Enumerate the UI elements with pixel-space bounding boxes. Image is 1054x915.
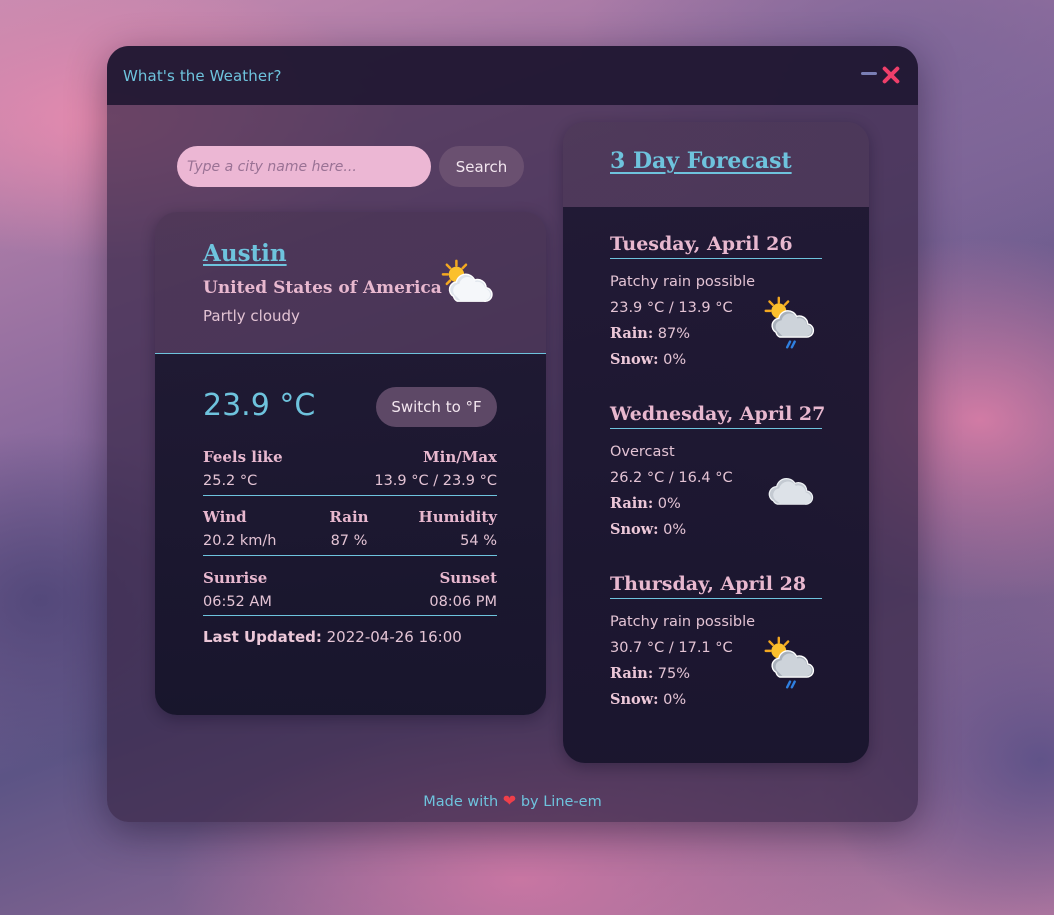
forecast-condition: Patchy rain possible <box>610 274 756 290</box>
wind-value: 20.2 km/h <box>203 533 277 549</box>
forecast-snow: Snow: 0% <box>610 517 822 543</box>
feels-like-label: Feels like <box>203 448 283 466</box>
city-name: Austin <box>203 240 287 267</box>
rain-value: 75% <box>657 666 691 682</box>
close-button[interactable] <box>881 65 901 85</box>
rain-value: 0% <box>657 496 681 512</box>
current-temperature: 23.9 °C <box>203 388 316 423</box>
wind-label: Wind <box>203 508 247 526</box>
footer-prefix: Made with <box>423 794 499 810</box>
app-title: What's the Weather? <box>123 67 282 85</box>
rain-value: 87 % <box>330 533 368 549</box>
current-weather-card: Austin United States of America Partly c… <box>155 212 546 715</box>
forecast-day: Wednesday, April 27 Overcast 26.2 °C / 1… <box>610 403 825 543</box>
partly-cloudy-icon <box>437 258 495 306</box>
forecast-title: 3 Day Forecast <box>610 148 792 174</box>
sunset-label: Sunset <box>439 569 497 587</box>
minmax-label: Min/Max <box>423 448 497 466</box>
country-name: United States of America <box>203 278 442 298</box>
forecast-date: Wednesday, April 27 <box>610 403 825 429</box>
switch-units-button[interactable]: Switch to °F <box>376 387 497 427</box>
divider <box>203 555 497 556</box>
last-updated-label: Last Updated: <box>203 628 322 646</box>
heart-icon: ❤ <box>502 791 517 810</box>
forecast-day: Tuesday, April 26 Patchy rain possible 2… <box>610 233 822 373</box>
humidity-value: 54 % <box>460 533 497 549</box>
snow-label: Snow: <box>610 521 659 538</box>
forecast-day: Thursday, April 28 Patchy rain possible … <box>610 573 822 713</box>
forecast-date: Thursday, April 28 <box>610 573 822 599</box>
card-divider <box>155 353 546 354</box>
rain-label: Rain: <box>610 325 654 342</box>
patchy-rain-icon <box>762 295 818 351</box>
divider <box>203 495 497 496</box>
app-window: What's the Weather? Search Austin United… <box>107 46 918 822</box>
sunrise-label: Sunrise <box>203 569 268 587</box>
footer: Made with ❤ by Line-em <box>107 791 918 810</box>
current-condition: Partly cloudy <box>203 307 300 325</box>
snow-label: Snow: <box>610 351 659 368</box>
sunrise-value: 06:52 AM <box>203 594 272 610</box>
footer-author-link[interactable]: by Line-em <box>521 794 602 810</box>
humidity-label: Humidity <box>418 508 497 526</box>
rain-label: Rain: <box>610 665 654 682</box>
sunset-value: 08:06 PM <box>429 594 497 610</box>
search-button[interactable]: Search <box>439 146 524 187</box>
snow-label: Snow: <box>610 691 659 708</box>
city-search-input[interactable] <box>177 146 431 187</box>
snow-value: 0% <box>663 692 687 708</box>
rain-label: Rain <box>329 508 369 526</box>
rain-label: Rain: <box>610 495 654 512</box>
rain-value: 87% <box>657 326 691 342</box>
snow-value: 0% <box>663 522 687 538</box>
title-bar: What's the Weather? <box>107 46 918 105</box>
divider <box>203 615 497 616</box>
forecast-panel: 3 Day Forecast Tuesday, April 26 Patchy … <box>563 122 869 763</box>
last-updated: Last Updated: 2022-04-26 16:00 <box>203 628 462 646</box>
last-updated-value: 2022-04-26 16:00 <box>326 628 462 646</box>
minimize-button[interactable] <box>861 72 877 75</box>
forecast-condition: Overcast <box>610 444 675 460</box>
minmax-value: 13.9 °C / 23.9 °C <box>374 473 497 489</box>
snow-value: 0% <box>663 352 687 368</box>
overcast-cloud-icon <box>765 473 815 507</box>
forecast-date: Tuesday, April 26 <box>610 233 822 259</box>
forecast-condition: Patchy rain possible <box>610 614 756 630</box>
feels-like-value: 25.2 °C <box>203 473 258 489</box>
patchy-rain-icon <box>762 635 818 691</box>
